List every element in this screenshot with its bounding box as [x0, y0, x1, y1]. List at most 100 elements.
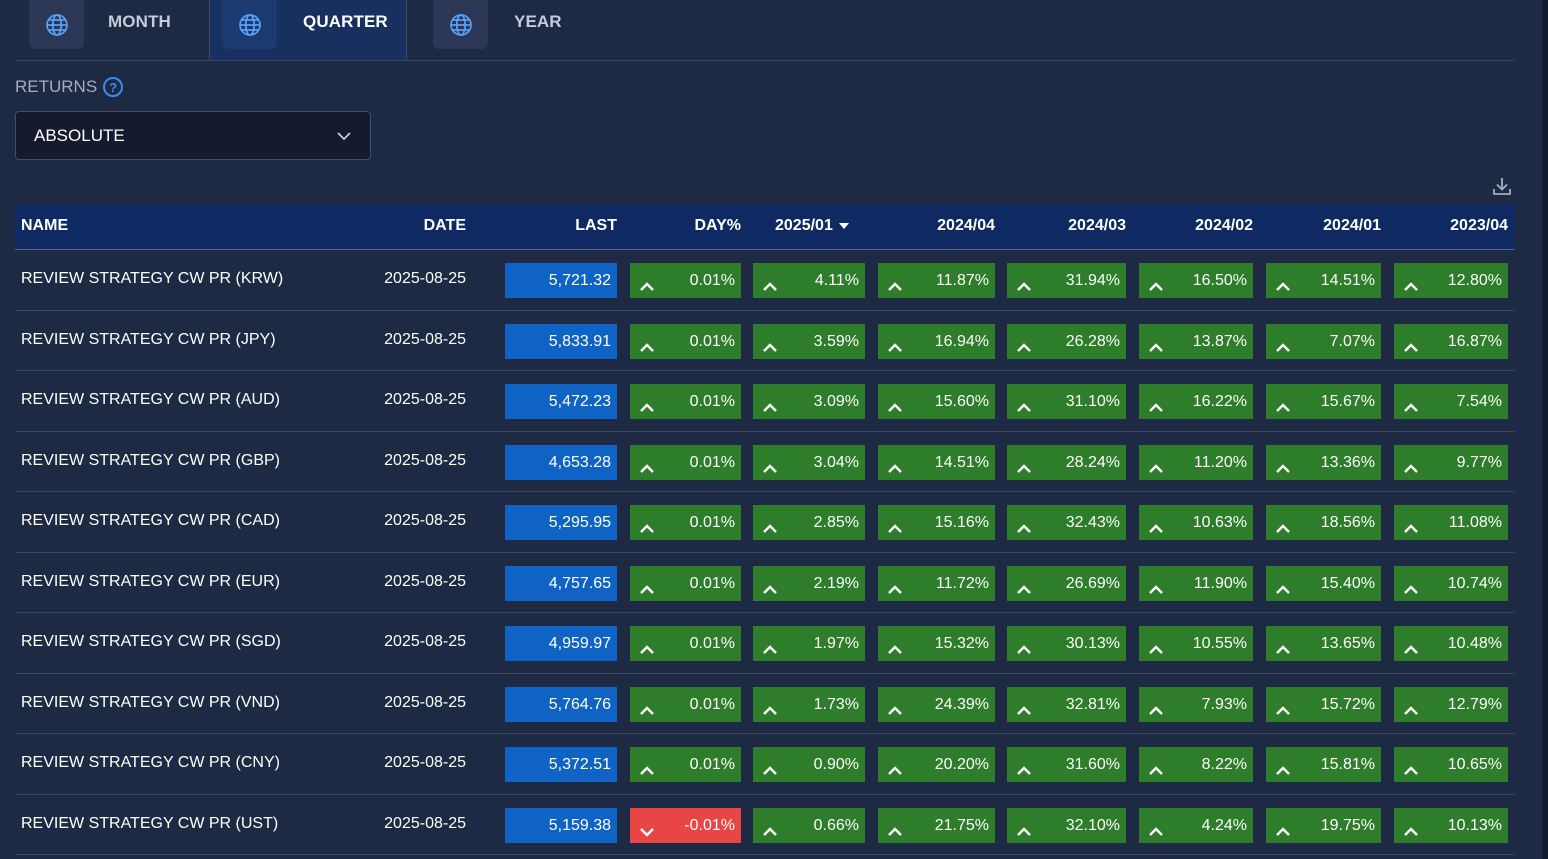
row-q-2024-02-value: 16.50% — [1192, 272, 1247, 289]
row-day-pct-value: 0.01% — [689, 695, 735, 713]
row-q-2024-03-value: 31.10% — [1065, 393, 1120, 410]
column-header-2024-02[interactable]: 2024/02 — [1139, 217, 1253, 235]
row-day-pct-value: 0.01% — [689, 272, 735, 289]
row-day-pct-cell: 0.01% — [630, 323, 741, 359]
row-q-2024-02-cell: 8.22% — [1139, 747, 1253, 782]
table-row[interactable]: REVIEW STRATEGY CW PR (VND) 2025-08-25 5,7… — [15, 674, 1515, 734]
row-date: 2025-08-25 — [384, 572, 466, 590]
row-q-2024-03-cell: 31.60% — [1007, 747, 1126, 782]
row-q-2024-01-value: 13.36% — [1320, 453, 1375, 471]
column-header-date[interactable]: DATE — [355, 217, 466, 235]
arrow-up-icon — [1275, 817, 1291, 852]
row-name[interactable]: REVIEW STRATEGY CW PR (UST) — [21, 815, 278, 833]
row-q-2025-01-value: 1.73% — [813, 695, 859, 713]
row-q-2024-04-value: 16.94% — [934, 332, 989, 350]
column-header-2025-01[interactable]: 2025/01 — [775, 217, 849, 235]
row-name[interactable]: REVIEW STRATEGY CW PR (CNY) — [21, 754, 280, 772]
download-icon[interactable] — [1491, 175, 1513, 202]
row-last-value: 4,757.65 — [505, 565, 617, 601]
column-header-2024-04[interactable]: 2024/04 — [878, 217, 995, 235]
arrow-up-icon — [639, 393, 655, 428]
table-row[interactable]: REVIEW STRATEGY CW PR (KRW) 2025-08-25 5,7… — [15, 250, 1515, 311]
row-q-2025-01-value: 2.19% — [813, 574, 859, 592]
row-q-2024-03-cell: 26.28% — [1007, 323, 1126, 359]
row-name[interactable]: REVIEW STRATEGY CW PR (SGD) — [21, 633, 281, 651]
column-header-last[interactable]: LAST — [505, 217, 617, 235]
row-q-2024-01-value: 15.81% — [1320, 756, 1375, 773]
row-q-2024-01-cell: 13.65% — [1266, 626, 1381, 661]
row-q-2024-01-value: 14.51% — [1320, 272, 1375, 289]
arrow-up-icon — [762, 575, 778, 610]
arrow-up-icon — [762, 393, 778, 428]
arrow-up-icon — [1148, 333, 1164, 368]
row-name[interactable]: REVIEW STRATEGY CW PR (GBP) — [21, 452, 280, 470]
row-name[interactable]: REVIEW STRATEGY CW PR (VND) — [21, 694, 280, 712]
row-name[interactable]: REVIEW STRATEGY CW PR (KRW) — [21, 270, 283, 288]
row-q-2024-02-cell: 16.50% — [1139, 263, 1253, 298]
row-q-2023-04-cell: 7.54% — [1394, 384, 1508, 419]
sort-desc-icon — [838, 217, 849, 235]
table-row[interactable]: REVIEW STRATEGY CW PR (JPY) 2025-08-25 5,8… — [15, 311, 1515, 371]
arrow-up-icon — [1275, 696, 1291, 731]
column-header-2023-04[interactable]: 2023/04 — [1394, 217, 1508, 235]
arrow-up-icon — [887, 817, 903, 852]
tab-month[interactable]: MONTH — [15, 0, 208, 60]
row-q-2024-01-cell: 19.75% — [1266, 807, 1381, 843]
arrow-up-icon — [887, 514, 903, 549]
arrow-up-icon — [1016, 696, 1032, 731]
table-row[interactable]: REVIEW STRATEGY CW PR (SGD) 2025-08-25 4,9… — [15, 613, 1515, 674]
row-day-pct-cell: 0.01% — [630, 384, 741, 419]
tab-quarter[interactable]: QUARTER — [209, 0, 407, 60]
arrow-up-icon — [639, 696, 655, 731]
column-header-day[interactable]: DAY% — [630, 217, 741, 235]
row-day-pct-cell: 0.01% — [630, 686, 741, 722]
globe-icon — [222, 0, 277, 49]
table-row[interactable]: REVIEW STRATEGY CW PR (UST) 2025-08-25 5,1… — [15, 795, 1515, 855]
arrow-up-icon — [1275, 333, 1291, 368]
table-row[interactable]: REVIEW STRATEGY CW PR (AUD) 2025-08-25 5,4… — [15, 371, 1515, 432]
column-header-2024-03[interactable]: 2024/03 — [1007, 217, 1126, 235]
table-row[interactable]: REVIEW STRATEGY CW PR (GBP) 2025-08-25 4,6… — [15, 432, 1515, 492]
row-q-2023-04-value: 10.48% — [1447, 635, 1502, 652]
row-q-2024-04-cell: 15.16% — [878, 505, 995, 540]
row-name[interactable]: REVIEW STRATEGY CW PR (AUD) — [21, 391, 280, 409]
column-header-2024-01[interactable]: 2024/01 — [1266, 217, 1381, 235]
row-q-2023-04-cell: 10.74% — [1394, 565, 1508, 601]
row-day-pct-cell: 0.01% — [630, 626, 741, 661]
row-q-2024-04-value: 15.16% — [934, 514, 989, 531]
row-date: 2025-08-25 — [384, 754, 466, 771]
row-q-2025-01-cell: 3.04% — [753, 444, 865, 480]
arrow-up-icon — [1275, 393, 1291, 428]
tab-year[interactable]: YEAR — [415, 0, 615, 60]
row-q-2024-02-cell: 11.20% — [1139, 444, 1253, 480]
row-name[interactable]: REVIEW STRATEGY CW PR (CAD) — [21, 512, 280, 530]
row-q-2025-01-cell: 0.90% — [753, 747, 865, 782]
row-q-2024-02-cell: 10.55% — [1139, 626, 1253, 661]
table-row[interactable]: REVIEW STRATEGY CW PR (CNY) 2025-08-25 5,3… — [15, 734, 1515, 795]
row-day-pct-cell: 0.01% — [630, 565, 741, 601]
column-header-name[interactable]: NAME — [21, 217, 68, 235]
arrow-up-icon — [639, 635, 655, 670]
help-icon[interactable]: ? — [103, 77, 124, 97]
row-q-2023-04-cell: 10.48% — [1394, 626, 1508, 661]
arrow-down-icon — [639, 817, 655, 852]
row-q-2024-02-value: 7.93% — [1201, 695, 1247, 713]
scrollbar-track[interactable] — [1542, 0, 1548, 859]
row-day-pct-value: 0.01% — [689, 574, 735, 592]
arrow-up-icon — [1016, 514, 1032, 549]
row-q-2024-04-value: 24.39% — [934, 695, 989, 713]
arrow-up-icon — [639, 514, 655, 549]
arrow-up-icon — [1016, 756, 1032, 791]
row-q-2024-01-cell: 14.51% — [1266, 263, 1381, 298]
row-name[interactable]: REVIEW STRATEGY CW PR (JPY) — [21, 331, 276, 349]
arrow-up-icon — [1148, 272, 1164, 307]
table-row[interactable]: REVIEW STRATEGY CW PR (CAD) 2025-08-25 5,2… — [15, 492, 1515, 553]
arrow-up-icon — [1275, 635, 1291, 670]
row-day-pct-cell: 0.01% — [630, 747, 741, 782]
returns-select[interactable]: ABSOLUTE — [15, 111, 371, 160]
table-row[interactable]: REVIEW STRATEGY CW PR (EUR) 2025-08-25 4,7… — [15, 553, 1515, 613]
row-q-2024-01-value: 15.72% — [1320, 695, 1375, 713]
row-q-2023-04-value: 10.65% — [1447, 756, 1502, 773]
row-q-2024-03-value: 31.94% — [1065, 272, 1120, 289]
row-name[interactable]: REVIEW STRATEGY CW PR (EUR) — [21, 573, 280, 591]
